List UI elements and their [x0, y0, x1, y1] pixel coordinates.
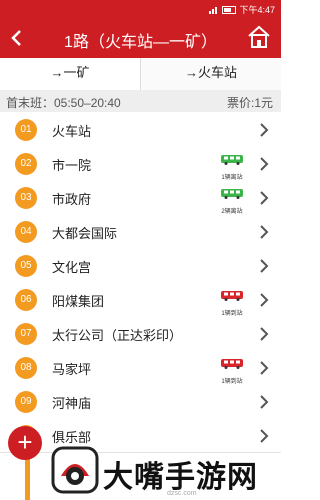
station-name: 文化宫	[52, 260, 92, 275]
chevron-right-icon	[260, 259, 269, 273]
watermark-url: dzsc.com	[167, 490, 197, 497]
station-row[interactable]: 01 火车站	[0, 112, 281, 147]
chevron-right-icon	[260, 361, 269, 375]
station-row[interactable]: 03 市政府 2辆离站	[0, 180, 281, 215]
station-row[interactable]: 07 太行公司（正达彩印）	[0, 316, 281, 351]
bus-icon	[221, 155, 243, 165]
station-name: 市政府	[52, 192, 92, 207]
station-number-badge: 06	[15, 289, 37, 311]
chevron-right-icon	[260, 293, 269, 307]
station-number-badge: 01	[15, 119, 37, 141]
chevron-right-icon	[260, 191, 269, 205]
station-name: 火车站	[52, 124, 92, 139]
service-times: 首末班：05:50–20:40	[6, 96, 121, 110]
bus-icon	[221, 189, 243, 199]
direction-tabs: →一矿 →火车站	[0, 58, 281, 92]
station-number-badge: 07	[15, 323, 37, 345]
status-time: 下午4:47	[239, 5, 275, 15]
watermark-logo-icon	[51, 446, 99, 494]
chevron-right-icon	[260, 157, 269, 171]
signal-icon	[209, 6, 219, 14]
station-number-badge: 03	[15, 187, 37, 209]
station-number-badge: 08	[15, 357, 37, 379]
station-number-badge: 02	[15, 153, 37, 175]
bus-indicator: 1辆到站	[219, 356, 245, 385]
station-row[interactable]: 05 文化宫	[0, 248, 281, 283]
chevron-right-icon	[260, 123, 269, 137]
tab-to-yikuang[interactable]: →一矿	[0, 58, 140, 92]
station-row[interactable]: 09 河神庙	[0, 384, 281, 419]
station-row[interactable]: 06 阳煤集团 1辆到站	[0, 282, 281, 317]
chevron-right-icon	[260, 429, 269, 443]
watermark: 大嘴手游网 dzsc.com	[45, 446, 281, 500]
station-row[interactable]: 04 大都会国际	[0, 214, 281, 249]
battery-icon	[222, 5, 237, 14]
status-right: 下午4:47	[209, 3, 275, 16]
station-name: 太行公司（正达彩印）	[52, 328, 183, 343]
station-number-badge: 05	[15, 255, 37, 277]
chevron-right-icon	[260, 225, 269, 239]
bus-icon	[221, 359, 243, 369]
station-row[interactable]: 02 市一院 1辆离站	[0, 146, 281, 181]
route-info: 首末班：05:50–20:40 票价:1元	[0, 90, 281, 112]
station-name: 俱乐部	[52, 430, 92, 445]
station-number-badge: 04	[15, 221, 37, 243]
station-name: 河神庙	[52, 396, 92, 411]
page-title: 1路（火车站—一矿）	[64, 34, 217, 51]
bus-indicator: 1辆离站	[219, 152, 245, 181]
bus-indicator: 2辆离站	[219, 186, 245, 215]
add-button[interactable]: +	[8, 426, 42, 460]
station-number-badge: 09	[15, 391, 37, 413]
bus-indicator: 1辆到站	[219, 288, 245, 317]
status-bar: 下午4:47	[0, 0, 281, 18]
tab-to-huochezhan[interactable]: →火车站	[140, 58, 281, 90]
chevron-right-icon	[260, 395, 269, 409]
fare-text: 票价:1元	[226, 96, 273, 110]
app-header: 1路（火车站—一矿）	[0, 18, 281, 58]
station-name: 市一院	[52, 158, 92, 173]
station-name: 大都会国际	[52, 226, 118, 241]
station-row[interactable]: 08 马家坪 1辆到站	[0, 350, 281, 385]
bus-icon	[221, 291, 243, 301]
station-name: 马家坪	[52, 362, 92, 377]
station-name: 阳煤集团	[52, 294, 105, 309]
home-icon[interactable]	[247, 24, 271, 50]
chevron-right-icon	[260, 327, 269, 341]
